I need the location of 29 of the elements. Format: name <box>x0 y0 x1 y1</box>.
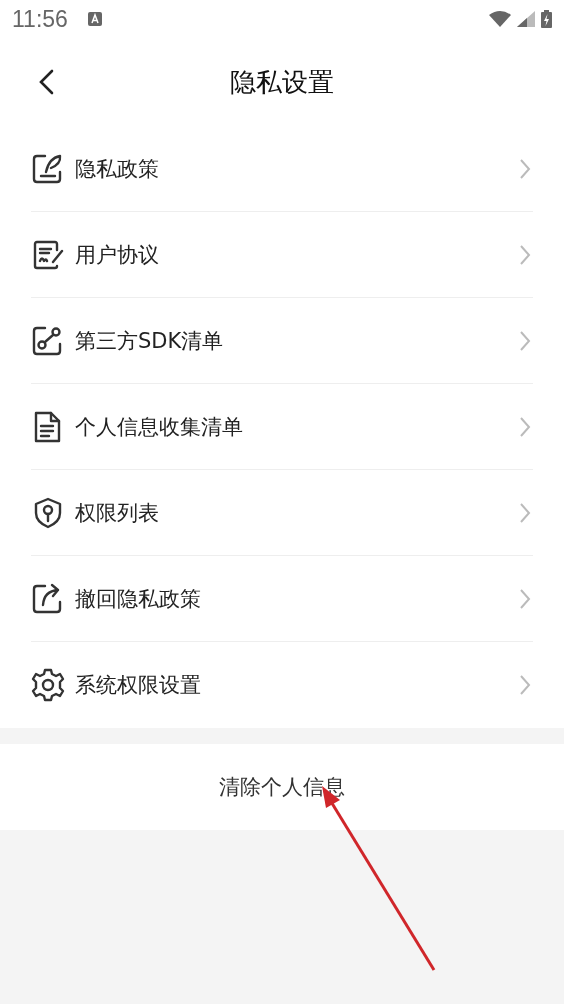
page-title: 隐私设置 <box>230 65 334 99</box>
status-time: 11:56 <box>12 5 68 33</box>
signal-icon <box>517 11 535 27</box>
back-icon[interactable] <box>38 69 54 95</box>
chevron-icon <box>519 243 531 266</box>
item-label: 用户协议 <box>75 241 160 269</box>
settings-item[interactable]: 撤回隐私政策 <box>31 556 533 642</box>
item-label: 撤回隐私政策 <box>75 585 202 613</box>
chevron-icon <box>519 501 531 524</box>
settings-item[interactable]: 系统权限设置 <box>31 642 533 728</box>
settings-item[interactable]: 用户协议 <box>31 212 533 298</box>
chevron-icon <box>519 157 531 180</box>
battery-icon <box>541 10 552 28</box>
notification-icon <box>87 12 102 26</box>
chevron-icon <box>519 415 531 438</box>
chevron-icon <box>519 587 531 610</box>
item-label: 隐私政策 <box>75 155 160 183</box>
settings-item[interactable]: 第三方SDK清单 <box>31 298 533 384</box>
item-label: 权限列表 <box>75 499 160 527</box>
item-label: 系统权限设置 <box>75 672 202 699</box>
item-label: 个人信息收集清单 <box>75 413 244 441</box>
chevron-icon <box>519 674 531 696</box>
chevron-icon <box>519 329 531 352</box>
settings-item[interactable]: 权限列表 <box>31 470 533 556</box>
settings-item[interactable]: 个人信息收集清单 <box>31 384 533 470</box>
item-label: 第三方SDK清单 <box>75 327 225 355</box>
settings-item[interactable]: 隐私政策 <box>31 126 533 212</box>
settings-icon <box>31 668 65 702</box>
wifi-icon <box>489 11 511 27</box>
